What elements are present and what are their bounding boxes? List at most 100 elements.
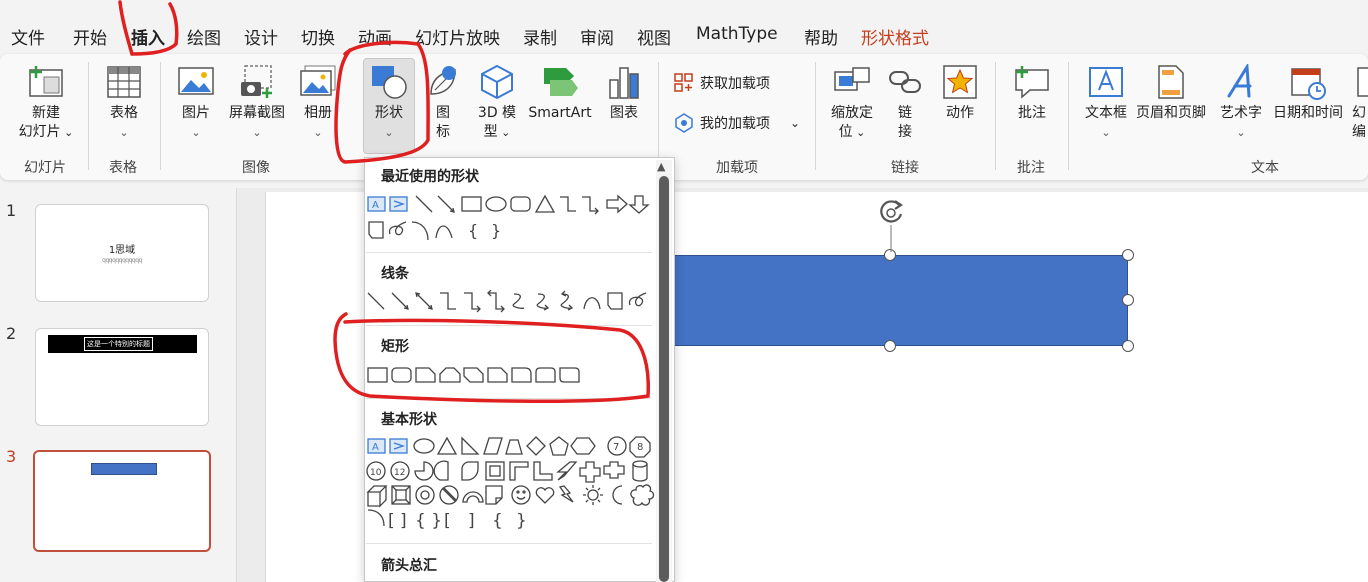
shape-half-frame[interactable] xyxy=(509,461,529,481)
screenshot-button[interactable]: 屏幕截图 ⌄ xyxy=(224,64,290,142)
shape-line[interactable] xyxy=(367,292,385,310)
shape-pentagon[interactable] xyxy=(549,436,569,456)
shape-folded-corner[interactable] xyxy=(485,485,503,505)
shape-parallelogram[interactable] xyxy=(483,437,503,455)
shape-moon[interactable] xyxy=(612,485,623,505)
menu-draw[interactable]: 绘图 xyxy=(187,24,221,49)
zoom-button[interactable]: 缩放定 位 ⌄ xyxy=(827,64,877,142)
shape-right-brace[interactable]: } xyxy=(491,221,501,240)
shape-scribble[interactable] xyxy=(388,221,407,236)
shape-round-same-side-rectangle[interactable] xyxy=(535,367,556,383)
shape-oval[interactable] xyxy=(485,196,507,212)
shape-arrow-line[interactable] xyxy=(391,292,409,310)
header-footer-button[interactable]: 页眉和页脚 xyxy=(1133,64,1209,123)
shape-bevel[interactable] xyxy=(391,485,411,505)
shape-elbow-connector[interactable] xyxy=(560,196,576,212)
slide-thumbnail-2[interactable]: 这是一个特别的标题 xyxy=(35,328,209,426)
more-text-button[interactable]: 幻 编 xyxy=(1350,64,1368,142)
shape-no-symbol[interactable] xyxy=(439,485,459,505)
menu-file[interactable]: 文件 xyxy=(11,24,45,49)
shape-vertical-textbox[interactable] xyxy=(389,196,408,212)
shape-hexagon[interactable] xyxy=(570,437,596,455)
shape-curved-double-arrow[interactable] xyxy=(560,290,574,311)
menu-slideshow[interactable]: 幻灯片放映 xyxy=(415,24,500,49)
shape-rounded-rectangle[interactable] xyxy=(391,367,412,383)
menu-review[interactable]: 审阅 xyxy=(580,24,614,49)
resize-handle-top-right[interactable] xyxy=(1122,249,1134,261)
shape-elbow-arrow[interactable] xyxy=(582,196,599,215)
shape-teardrop[interactable] xyxy=(461,461,479,481)
shape-arrow-line[interactable] xyxy=(437,195,455,213)
shape-l-shape[interactable] xyxy=(533,461,553,481)
shape-round-corner-rectangle[interactable] xyxy=(511,367,532,383)
shape-frame[interactable] xyxy=(485,461,505,481)
shape-cloud[interactable] xyxy=(630,484,655,506)
shape-smiley-face[interactable] xyxy=(511,485,531,505)
shape-textbox[interactable]: A xyxy=(367,196,386,212)
shape-line[interactable] xyxy=(415,195,433,213)
shape-chord[interactable] xyxy=(433,460,449,481)
shape-plus[interactable] xyxy=(579,461,601,483)
shape-curve[interactable] xyxy=(435,225,453,239)
shape-left-bracket[interactable]: [ xyxy=(444,511,451,531)
shape-down-arrow[interactable] xyxy=(628,195,650,214)
slide-thumbnail-1[interactable]: 1思域 qqqqqqqqqqqq xyxy=(35,204,209,302)
shape-triangle[interactable] xyxy=(534,194,556,213)
icons-button[interactable]: 图 标 xyxy=(425,64,461,142)
shape-rectangle[interactable] xyxy=(461,196,482,212)
shape-right-bracket[interactable]: ] xyxy=(468,511,475,531)
shape-pie[interactable] xyxy=(414,461,434,481)
shape-elbow-double-arrow[interactable] xyxy=(487,290,505,313)
shape-double-brace[interactable]: { } xyxy=(415,511,442,531)
shape-block-arc[interactable] xyxy=(462,491,484,503)
shape-double-arrow-line[interactable] xyxy=(415,292,433,310)
shape-elbow-arrow[interactable] xyxy=(464,292,481,313)
shape-arc[interactable] xyxy=(411,221,429,241)
get-addins-button[interactable]: 获取加载项 xyxy=(674,73,770,93)
menu-transitions[interactable]: 切换 xyxy=(301,24,335,49)
shape-scribble[interactable] xyxy=(628,292,647,307)
menu-record[interactable]: 录制 xyxy=(523,24,557,49)
shape-left-brace[interactable]: { xyxy=(492,511,503,531)
shape-plaque[interactable] xyxy=(603,461,625,479)
shape-round-diagonal-rectangle[interactable] xyxy=(559,367,580,383)
chart-button[interactable]: 图表 xyxy=(604,64,644,123)
gallery-scroll-thumb[interactable] xyxy=(659,176,669,582)
shape-curve[interactable] xyxy=(583,297,601,310)
shape-freeform[interactable] xyxy=(368,221,384,239)
menu-home[interactable]: 开始 xyxy=(73,24,107,49)
wordart-button[interactable]: 艺术字 ⌄ xyxy=(1215,64,1267,142)
menu-help[interactable]: 帮助 xyxy=(804,24,838,49)
shape-trapezoid[interactable] xyxy=(505,439,523,455)
resize-handle-right[interactable] xyxy=(1122,294,1134,306)
shape-arc[interactable] xyxy=(367,509,385,527)
shape-snip-round-rectangle[interactable] xyxy=(487,367,508,383)
action-button[interactable]: 动作 xyxy=(940,64,980,123)
textbox-button[interactable]: 文本框 ⌄ xyxy=(1079,64,1133,142)
shape-curved-connector[interactable] xyxy=(512,293,525,309)
comment-button[interactable]: 批注 xyxy=(1010,64,1054,123)
resize-handle-bottom-right[interactable] xyxy=(1122,340,1134,352)
shape-snip-same-side-rectangle[interactable] xyxy=(439,367,461,383)
shape-donut[interactable] xyxy=(415,485,435,505)
shape-triangle[interactable] xyxy=(436,436,458,455)
selected-rectangle-shape[interactable] xyxy=(660,255,1128,346)
shape-right-arrow[interactable] xyxy=(606,194,628,214)
smartart-button[interactable]: SmartArt xyxy=(526,64,594,123)
link-button[interactable]: 链 接 xyxy=(887,64,923,142)
shape-right-brace[interactable]: } xyxy=(516,511,527,531)
menu-design[interactable]: 设计 xyxy=(244,24,278,49)
shape-left-brace[interactable]: { xyxy=(468,221,478,240)
datetime-button[interactable]: 日期和时间 xyxy=(1268,64,1348,123)
shape-sun[interactable] xyxy=(583,485,603,505)
shape-diamond[interactable] xyxy=(526,436,546,456)
3d-model-button[interactable]: 3D 模 型 ⌄ xyxy=(474,64,520,142)
resize-handle-bottom[interactable] xyxy=(884,340,896,352)
shape-rounded-rect[interactable] xyxy=(510,196,531,212)
shape-oval[interactable] xyxy=(413,438,435,454)
scroll-up-icon[interactable]: ▲ xyxy=(657,160,665,173)
shape-vertical-textbox[interactable] xyxy=(389,438,408,454)
shape-right-triangle[interactable] xyxy=(461,436,480,455)
shape-freeform[interactable] xyxy=(607,292,623,310)
shape-cube[interactable] xyxy=(366,485,388,508)
